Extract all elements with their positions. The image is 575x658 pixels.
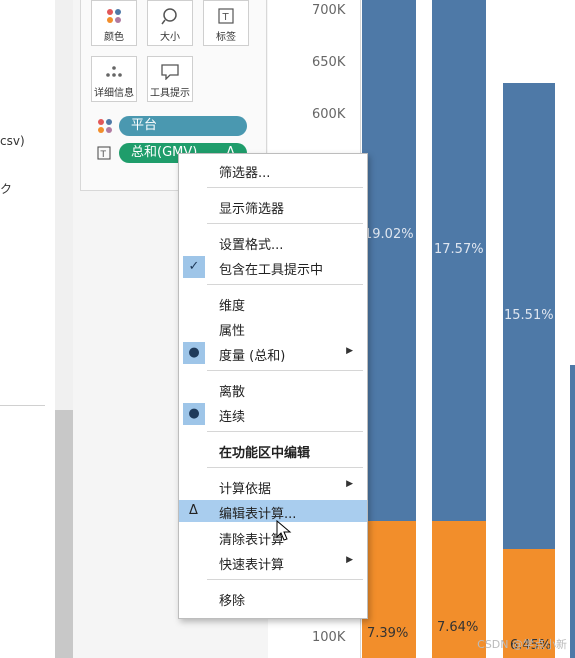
- menu-item-label: 筛选器...: [219, 166, 271, 181]
- tooltip-icon: [148, 63, 192, 81]
- size-button[interactable]: 大小: [147, 0, 193, 46]
- bar-percent-label: 7.39%: [367, 626, 409, 641]
- bar-percent-label: 7.64%: [437, 620, 479, 635]
- menu-separator: [207, 370, 363, 371]
- menu-item-clear-table-calc[interactable]: 清除表计算: [179, 526, 367, 548]
- menu-separator: [207, 223, 363, 224]
- bar-segment-blue[interactable]: [570, 365, 575, 658]
- y-axis-tick: 700K: [312, 3, 346, 18]
- menu-item-attribute[interactable]: 属性: [179, 317, 367, 339]
- menu-separator: [207, 284, 363, 285]
- menu-item-edit-in-shelf[interactable]: 在功能区中编辑: [179, 439, 367, 461]
- menu-item-label: 显示筛选器: [219, 202, 285, 217]
- menu-item-label: 在功能区中编辑: [219, 446, 311, 461]
- menu-item-filter[interactable]: 筛选器...: [179, 159, 367, 181]
- menu-item-measure-sum[interactable]: ● 度量 (总和) ▶: [179, 342, 367, 364]
- menu-item-remove[interactable]: 移除: [179, 587, 367, 609]
- y-axis-tick: 600K: [312, 107, 346, 122]
- platform-pill[interactable]: 平台: [119, 116, 247, 136]
- menu-item-label: 计算依据: [219, 482, 272, 497]
- menu-item-label: 移除: [219, 594, 246, 609]
- menu-item-label: 度量 (总和): [219, 349, 286, 364]
- size-button-label: 大小: [160, 32, 180, 43]
- mouse-cursor-icon: [276, 519, 292, 546]
- platform-pill-label: 平台: [131, 118, 158, 133]
- svg-text:T: T: [222, 12, 230, 23]
- menu-item-dimension[interactable]: 维度: [179, 292, 367, 314]
- menu-item-label: 离散: [219, 385, 246, 400]
- menu-separator: [207, 579, 363, 580]
- size-icon: [148, 7, 192, 25]
- watermark: CSDN @学点小新: [477, 638, 567, 651]
- detail-icon: [92, 63, 136, 81]
- menu-item-include-in-tooltip[interactable]: ✓ 包含在工具提示中: [179, 256, 367, 278]
- y-axis-tick: 100K: [312, 630, 346, 645]
- menu-item-discrete[interactable]: 离散: [179, 378, 367, 400]
- left-data-pane: csv) ク: [0, 0, 55, 658]
- bullet-icon: ●: [183, 342, 205, 364]
- menu-item-continuous[interactable]: ● 连续: [179, 403, 367, 425]
- bar-percent-label: 17.57%: [434, 242, 484, 257]
- menu-item-label: 快速表计算: [219, 558, 285, 573]
- color-button[interactable]: 颜色: [91, 0, 137, 46]
- menu-item-label: 包含在工具提示中: [219, 263, 324, 278]
- menu-item-format[interactable]: 设置格式...: [179, 231, 367, 253]
- bar-segment-blue[interactable]: [432, 0, 486, 521]
- context-menu: 筛选器... 显示筛选器 设置格式... ✓ 包含在工具提示中 维度 属性 ● …: [178, 153, 368, 619]
- tooltip-button[interactable]: 工具提示: [147, 56, 193, 102]
- submenu-arrow-icon: ▶: [346, 479, 353, 489]
- menu-item-edit-table-calc[interactable]: Δ 编辑表计算...: [179, 500, 367, 522]
- menu-item-label: 清除表计算: [219, 533, 285, 548]
- menu-item-label: 连续: [219, 410, 246, 425]
- pane-divider: [0, 405, 45, 406]
- label-button-label: 标签: [216, 32, 236, 43]
- submenu-arrow-icon: ▶: [346, 346, 353, 356]
- menu-item-label: 属性: [219, 324, 246, 339]
- bullet-icon: ●: [183, 403, 205, 425]
- color-dots-icon: [92, 7, 136, 25]
- menu-separator: [207, 431, 363, 432]
- menu-item-quick-table-calc[interactable]: 快速表计算 ▶: [179, 551, 367, 573]
- bar-segment-blue[interactable]: [362, 0, 416, 521]
- y-axis-tick: 650K: [312, 55, 346, 70]
- data-source-name-fragment[interactable]: csv): [0, 134, 25, 148]
- detail-button-label: 详细信息: [94, 88, 134, 99]
- detail-button[interactable]: 详细信息: [91, 56, 137, 102]
- submenu-arrow-icon: ▶: [346, 555, 353, 565]
- checkmark-icon: ✓: [183, 256, 205, 278]
- menu-separator: [207, 187, 363, 188]
- bar-percent-label: 15.51%: [504, 308, 554, 323]
- menu-item-label: 维度: [219, 299, 246, 314]
- svg-text:T: T: [100, 150, 107, 160]
- field-fragment: ク: [0, 182, 13, 196]
- bar-percent-label: 19.02%: [364, 227, 414, 242]
- color-dots-icon: [97, 118, 113, 138]
- label-icon: T: [97, 146, 111, 164]
- delta-icon: Δ: [189, 503, 198, 518]
- pane-scrollbar-thumb[interactable]: [55, 410, 73, 658]
- color-button-label: 颜色: [104, 32, 124, 43]
- menu-item-label: 设置格式...: [219, 238, 284, 253]
- menu-separator: [207, 467, 363, 468]
- menu-item-show-filter[interactable]: 显示筛选器: [179, 195, 367, 217]
- label-icon: T: [204, 7, 248, 25]
- label-button[interactable]: T 标签: [203, 0, 249, 46]
- menu-item-compute-using[interactable]: 计算依据 ▶: [179, 475, 367, 497]
- tooltip-button-label: 工具提示: [150, 88, 190, 99]
